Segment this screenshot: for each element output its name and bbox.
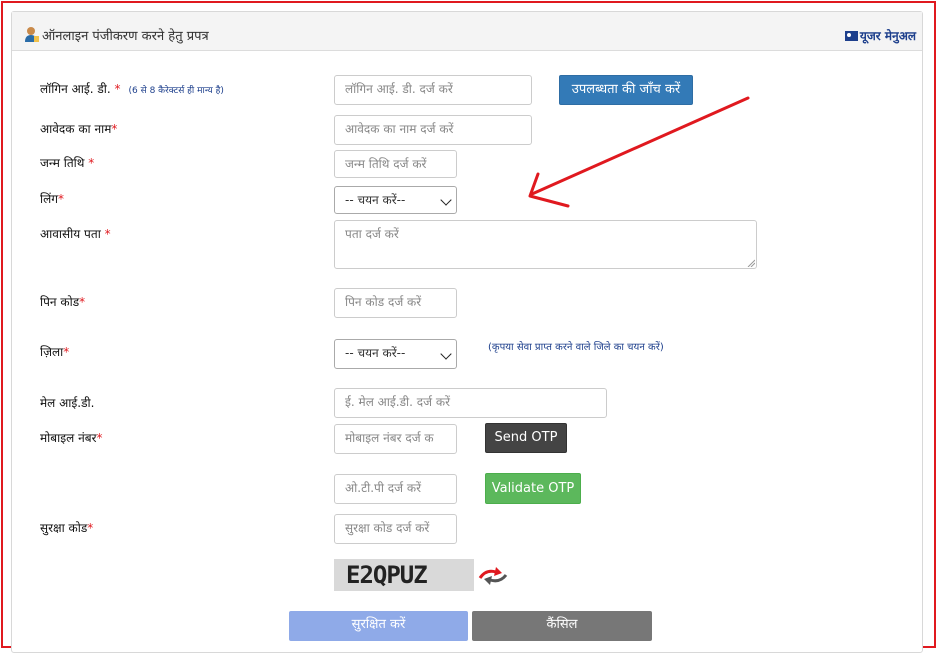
login-id-label: लॉगिन आई. डी. * (6 से 8 कैरेक्टर्स ही मान… [40, 80, 224, 97]
resize-grip-icon[interactable] [747, 259, 755, 267]
security-code-input[interactable]: सुरक्षा कोड दर्ज करें [334, 514, 457, 544]
gender-label: लिंग* [40, 190, 64, 207]
applicant-name-label: आवेदक का नाम* [40, 120, 117, 137]
chevron-down-icon [440, 348, 452, 360]
validate-otp-button[interactable]: Validate OTP [485, 473, 581, 504]
security-code-label: सुरक्षा कोड* [40, 519, 93, 536]
required-mark: * [111, 122, 118, 136]
user-icon [25, 27, 39, 42]
applicant-name-input[interactable]: आवेदक का नाम दर्ज करें [334, 115, 532, 145]
address-textarea[interactable]: पता दर्ज करें [334, 220, 757, 269]
district-label: ज़िला* [40, 343, 69, 360]
pincode-input[interactable]: पिन कोड दर्ज करें [334, 288, 457, 318]
email-input[interactable]: ई. मेल आई.डी. दर्ज करें [334, 388, 607, 418]
required-mark: * [96, 431, 103, 445]
user-manual-label: यूजर मेनुअल [859, 29, 916, 43]
district-hint: (कृपया सेवा प्राप्त करने वाले जिले का चय… [488, 342, 664, 353]
pincode-label: पिन कोड* [40, 293, 85, 310]
required-mark: * [63, 345, 70, 359]
district-label-text: ज़िला [40, 345, 64, 359]
save-button[interactable]: सुरक्षित करें [289, 611, 468, 641]
email-label-text: मेल आई.डी. [40, 396, 95, 410]
district-selected-value: -- चयन करें-- [345, 346, 406, 360]
annotation-arrow [528, 96, 750, 208]
gender-select[interactable]: -- चयन करें-- [334, 186, 457, 214]
refresh-captcha-icon[interactable] [476, 566, 510, 586]
required-mark: * [114, 82, 121, 96]
login-id-label-text: लॉगिन आई. डी. [40, 82, 111, 96]
required-mark: * [87, 521, 94, 535]
login-id-note: (6 से 8 कैरेक्टर्स ही मान्य है) [128, 86, 224, 96]
required-mark: * [79, 295, 86, 309]
dob-input[interactable]: जन्म तिथि दर्ज करें [334, 150, 457, 178]
mobile-input[interactable]: मोबाइल नंबर दर्ज क [334, 424, 457, 454]
address-label-text: आवासीय पता [40, 227, 101, 241]
required-mark: * [104, 227, 111, 241]
applicant-name-label-text: आवेदक का नाम [40, 122, 112, 136]
required-mark: * [88, 156, 95, 170]
captcha-image: E2QPUZ [334, 559, 474, 591]
address-label: आवासीय पता * [40, 225, 111, 242]
gender-label-text: लिंग [40, 192, 59, 206]
user-manual-link[interactable]: यूजर मेनुअल [844, 27, 916, 44]
email-label: मेल आई.डी. [40, 394, 94, 411]
page-title: ऑनलाइन पंजीकरण करने हेतु प्रपत्र [42, 29, 209, 44]
registration-panel: ऑनलाइन पंजीकरण करने हेतु प्रपत्र यूजर मे… [11, 11, 923, 653]
panel-header: ऑनलाइन पंजीकरण करने हेतु प्रपत्र यूजर मे… [12, 12, 922, 51]
login-id-input[interactable]: लॉगिन आई. डी. दर्ज करें [334, 75, 532, 105]
otp-input[interactable]: ओ.टी.पी दर्ज करें [334, 474, 457, 504]
send-otp-button[interactable]: Send OTP [485, 423, 567, 453]
security-code-label-text: सुरक्षा कोड [40, 521, 88, 535]
required-mark: * [58, 192, 65, 206]
id-card-icon [844, 31, 858, 41]
mobile-label: मोबाइल नंबर* [40, 429, 103, 446]
district-select[interactable]: -- चयन करें-- [334, 339, 457, 369]
dob-label: जन्म तिथि * [40, 154, 94, 171]
dob-label-text: जन्म तिथि [40, 156, 85, 170]
pincode-label-text: पिन कोड [40, 295, 80, 309]
cancel-button[interactable]: कैंसिल [472, 611, 652, 641]
gender-selected-value: -- चयन करें-- [345, 193, 406, 207]
mobile-label-text: मोबाइल नंबर [40, 431, 97, 445]
chevron-down-icon [440, 194, 452, 206]
